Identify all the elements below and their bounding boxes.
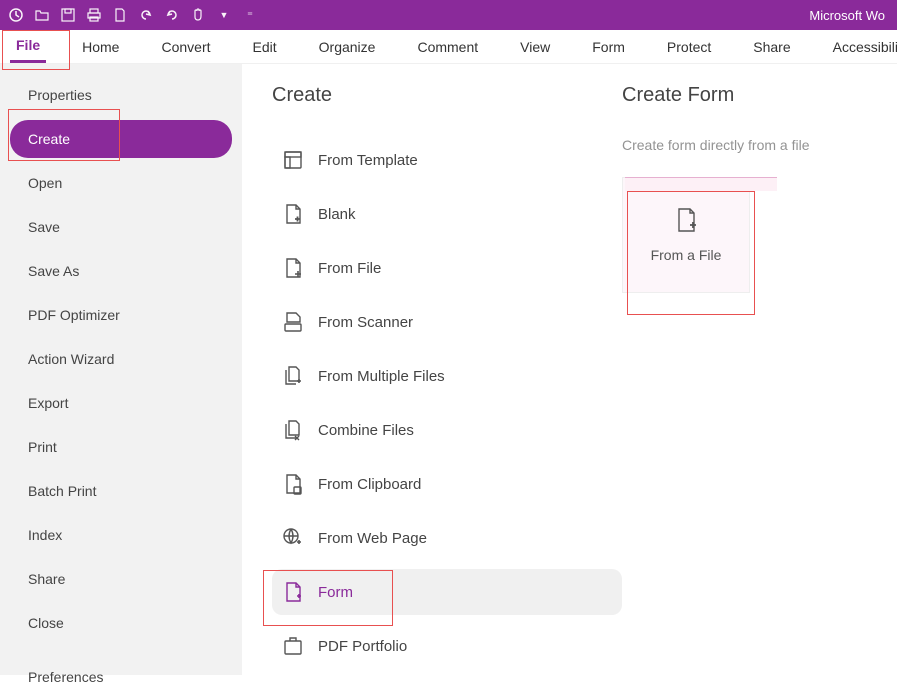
tab-file[interactable]: File: [10, 30, 46, 63]
tab-accessibility[interactable]: Accessibility: [827, 30, 897, 63]
file-sidebar: Properties Create Open Save Save As PDF …: [0, 64, 242, 675]
sidebar-item-preferences[interactable]: Preferences: [10, 658, 232, 696]
create-item-label: From Clipboard: [318, 476, 421, 493]
create-panel-title: Create: [272, 84, 622, 107]
create-from-file[interactable]: From File: [272, 245, 622, 291]
sidebar-item-properties[interactable]: Properties: [10, 76, 232, 114]
create-item-label: From Scanner: [318, 314, 413, 331]
redo-icon[interactable]: [164, 7, 180, 23]
sidebar-item-action-wizard[interactable]: Action Wizard: [10, 340, 232, 378]
sidebar-item-pdf-optimizer[interactable]: PDF Optimizer: [10, 296, 232, 334]
create-item-label: Form: [318, 584, 353, 601]
create-from-clipboard[interactable]: From Clipboard: [272, 461, 622, 507]
create-item-label: PDF Portfolio: [318, 638, 407, 655]
create-item-label: From Web Page: [318, 530, 427, 547]
sidebar-item-save-as[interactable]: Save As: [10, 252, 232, 290]
clipboard-icon: [282, 473, 304, 495]
dropdown-icon[interactable]: ▼: [216, 7, 232, 23]
tab-convert[interactable]: Convert: [155, 30, 216, 63]
tab-home[interactable]: Home: [76, 30, 125, 63]
tab-protect[interactable]: Protect: [661, 30, 717, 63]
create-pdf-portfolio[interactable]: PDF Portfolio: [272, 623, 622, 669]
titlebar: ▼ ⁼ Microsoft Wo: [0, 0, 897, 30]
tab-edit[interactable]: Edit: [247, 30, 283, 63]
tab-organize[interactable]: Organize: [313, 30, 382, 63]
create-from-template[interactable]: From Template: [272, 137, 622, 183]
create-from-web-page[interactable]: From Web Page: [272, 515, 622, 561]
sidebar-item-export[interactable]: Export: [10, 384, 232, 422]
tab-comment[interactable]: Comment: [411, 30, 484, 63]
create-form-panel: Create Form Create form directly from a …: [622, 84, 867, 655]
print-icon[interactable]: [86, 7, 102, 23]
right-panel-subtitle: Create form directly from a file: [622, 137, 867, 153]
multiple-files-icon: [282, 365, 304, 387]
create-item-label: From Multiple Files: [318, 368, 445, 385]
sidebar-item-index[interactable]: Index: [10, 516, 232, 554]
combine-icon: [282, 419, 304, 441]
sidebar-item-create[interactable]: Create: [10, 120, 232, 158]
create-panel: Create From Template Blank: [272, 84, 622, 655]
ribbon-tabs: File Home Convert Edit Organize Comment …: [0, 30, 897, 64]
scanner-icon: [282, 311, 304, 333]
portfolio-icon: [282, 635, 304, 657]
web-icon: [282, 527, 304, 549]
create-item-label: Combine Files: [318, 422, 414, 439]
form-icon: [282, 581, 304, 603]
from-file-icon: [282, 257, 304, 279]
from-a-file-card[interactable]: From a File: [622, 177, 750, 293]
sidebar-item-save[interactable]: Save: [10, 208, 232, 246]
create-blank[interactable]: Blank: [272, 191, 622, 237]
open-folder-icon[interactable]: [34, 7, 50, 23]
blank-icon: [282, 203, 304, 225]
file-card-label: From a File: [651, 247, 722, 263]
save-icon[interactable]: [60, 7, 76, 23]
create-item-label: Blank: [318, 206, 356, 223]
create-options-list: From Template Blank From File: [272, 137, 622, 669]
tab-share[interactable]: Share: [747, 30, 796, 63]
sidebar-item-batch-print[interactable]: Batch Print: [10, 472, 232, 510]
tab-view[interactable]: View: [514, 30, 556, 63]
sidebar-item-open[interactable]: Open: [10, 164, 232, 202]
hand-tool-icon[interactable]: [190, 7, 206, 23]
window-title: Microsoft Wo: [809, 8, 889, 23]
sidebar-item-print[interactable]: Print: [10, 428, 232, 466]
tab-form[interactable]: Form: [586, 30, 631, 63]
undo-icon[interactable]: [138, 7, 154, 23]
document-icon[interactable]: [112, 7, 128, 23]
create-from-scanner[interactable]: From Scanner: [272, 299, 622, 345]
create-combine-files[interactable]: Combine Files: [272, 407, 622, 453]
main-area: Properties Create Open Save Save As PDF …: [0, 64, 897, 675]
right-panel-title: Create Form: [622, 84, 867, 107]
create-from-multiple-files[interactable]: From Multiple Files: [272, 353, 622, 399]
create-item-label: From File: [318, 260, 381, 277]
sidebar-item-close[interactable]: Close: [10, 604, 232, 642]
content-area: Create From Template Blank: [242, 64, 897, 675]
create-form[interactable]: Form: [272, 569, 622, 615]
template-icon: [282, 149, 304, 171]
create-item-label: From Template: [318, 152, 418, 169]
customize-icon[interactable]: ⁼: [242, 7, 258, 23]
app-logo-icon[interactable]: [8, 7, 24, 23]
file-plus-icon: [673, 207, 699, 233]
quick-access-toolbar: ▼ ⁼: [8, 7, 809, 23]
sidebar-item-share[interactable]: Share: [10, 560, 232, 598]
